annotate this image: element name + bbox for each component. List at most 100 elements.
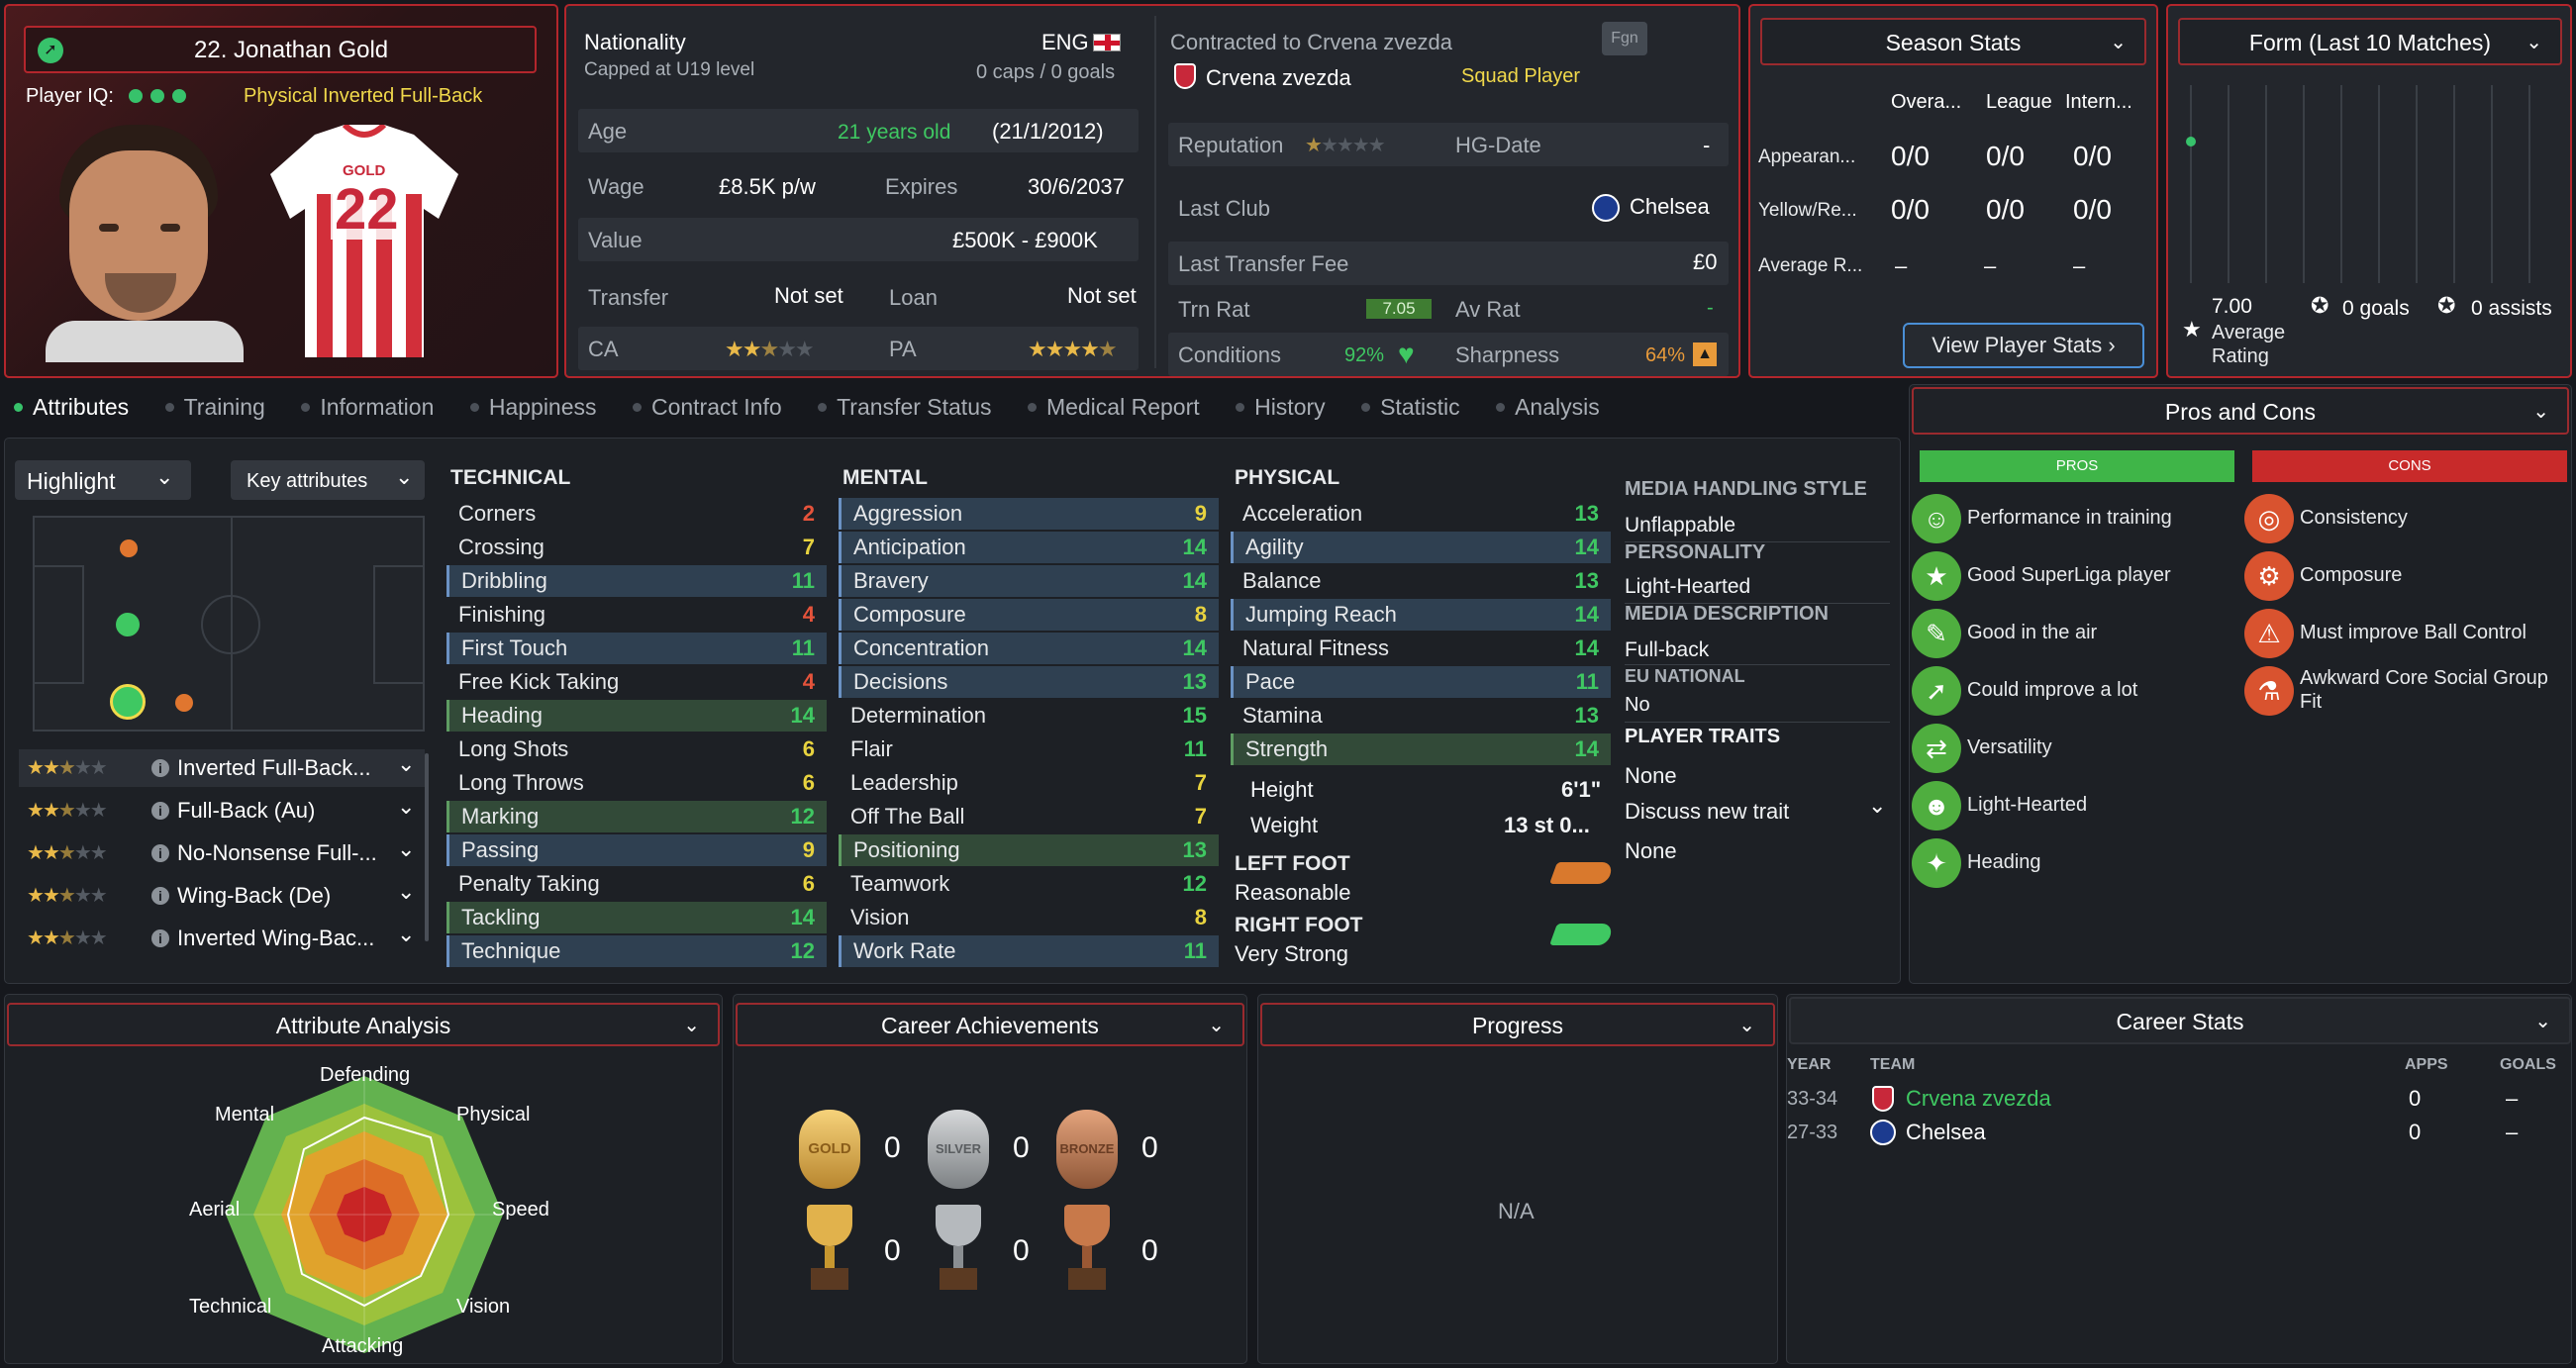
chevron-down-icon[interactable]: ⌄ <box>397 836 415 862</box>
pitch-map[interactable] <box>33 516 425 732</box>
pro-item[interactable]: ⇄ Versatility <box>1912 722 2238 775</box>
attribute-row[interactable]: Long Throws 6 <box>446 767 827 799</box>
name-box[interactable]: ➚ 22. Jonathan Gold <box>24 26 537 73</box>
attribute-row[interactable]: Positioning 13 <box>839 834 1219 866</box>
club-name[interactable]: Crvena zvezda <box>1206 65 1351 91</box>
attribute-row[interactable]: Corners 2 <box>446 498 827 530</box>
attribute-row[interactable]: Jumping Reach 14 <box>1231 599 1611 631</box>
position-dot-selected[interactable] <box>110 684 146 720</box>
attribute-row[interactable]: Strength 14 <box>1231 733 1611 765</box>
attribute-row[interactable]: Natural Fitness 14 <box>1231 633 1611 664</box>
attribute-row[interactable]: Heading 14 <box>446 700 827 732</box>
tab-analysis[interactable]: Analysis <box>1496 394 1600 421</box>
info-icon[interactable]: i <box>151 929 169 947</box>
tab-contract-info[interactable]: Contract Info <box>632 394 782 421</box>
attribute-row[interactable]: Leadership 7 <box>839 767 1219 799</box>
position-dot[interactable] <box>116 613 140 636</box>
pro-item[interactable]: ✦ Heading <box>1912 836 2238 890</box>
form-point[interactable] <box>2186 137 2196 147</box>
info-icon[interactable]: i <box>151 887 169 905</box>
attribute-row[interactable]: Teamwork 12 <box>839 868 1219 900</box>
progress-dropdown[interactable]: Progress ⌄ <box>1260 1003 1775 1046</box>
attribute-row[interactable]: Passing 9 <box>446 834 827 866</box>
chevron-down-icon[interactable]: ⌄ <box>397 751 415 777</box>
highlight-dropdown[interactable]: Highlight ⌄ <box>15 460 191 500</box>
attribute-row[interactable]: Tackling 14 <box>446 902 827 933</box>
form-dropdown[interactable]: Form (Last 10 Matches) ⌄ <box>2178 18 2562 65</box>
attribute-row[interactable]: Crossing 7 <box>446 532 827 563</box>
attribute-row[interactable]: Agility 14 <box>1231 532 1611 563</box>
pro-item[interactable]: ☺ Performance in training <box>1912 492 2238 545</box>
career-team[interactable]: Chelsea <box>1906 1120 1986 1145</box>
con-item[interactable]: ⚙ Composure <box>2244 549 2571 603</box>
attribute-row[interactable]: First Touch 11 <box>446 633 827 664</box>
info-icon[interactable]: i <box>151 844 169 862</box>
con-item[interactable]: ⚠ Must improve Ball Control <box>2244 607 2571 660</box>
pro-item[interactable]: ✎ Good in the air <box>1912 607 2238 660</box>
position-dot[interactable] <box>175 694 193 712</box>
last-club-value[interactable]: Chelsea <box>1630 194 1710 220</box>
key-attributes-dropdown[interactable]: Key attributes ⌄ <box>231 460 425 500</box>
tab-training[interactable]: Training <box>164 394 265 421</box>
attribute-row[interactable]: Penalty Taking 6 <box>446 868 827 900</box>
position-dot[interactable] <box>120 539 138 557</box>
attribute-row[interactable]: Anticipation 14 <box>839 532 1219 563</box>
attribute-row[interactable]: Balance 13 <box>1231 565 1611 597</box>
view-player-stats-button[interactable]: View Player Stats › <box>1903 323 2144 368</box>
info-icon[interactable]: i <box>151 759 169 777</box>
attribute-row[interactable]: Aggression 9 <box>839 498 1219 530</box>
attribute-row[interactable]: Work Rate 11 <box>839 935 1219 967</box>
pros-cons-dropdown[interactable]: Pros and Cons ⌄ <box>1912 387 2569 435</box>
tab-statistic[interactable]: Statistic <box>1361 394 1460 421</box>
role-row[interactable]: ★★★★★ i Inverted Full-Back... ⌄ <box>19 749 425 787</box>
attribute-row[interactable]: Dribbling 11 <box>446 565 827 597</box>
con-item[interactable]: ◎ Consistency <box>2244 492 2571 545</box>
season-stats-dropdown[interactable]: Season Stats ⌄ <box>1760 18 2146 65</box>
pro-item[interactable]: ☻ Light-Hearted <box>1912 779 2238 832</box>
chevron-down-icon[interactable]: ⌄ <box>397 879 415 905</box>
con-item[interactable]: ⚗ Awkward Core Social Group Fit <box>2244 664 2571 718</box>
role-row[interactable]: ★★★★★ i No-Nonsense Full-... ⌄ <box>19 834 425 872</box>
attribute-row[interactable]: Marking 12 <box>446 801 827 832</box>
attribute-row[interactable]: Stamina 13 <box>1231 700 1611 732</box>
attribute-row[interactable]: Off The Ball 7 <box>839 801 1219 832</box>
table-row[interactable]: 27-33 Chelsea 0 – <box>1787 1116 2573 1149</box>
tab-attributes[interactable]: Attributes <box>14 394 129 421</box>
attribute-row[interactable]: Flair 11 <box>839 733 1219 765</box>
attribute-row[interactable]: Composure 8 <box>839 599 1219 631</box>
career-stats-dropdown[interactable]: Career Stats ⌄ <box>1789 997 2571 1044</box>
pro-item[interactable]: ➚ Could improve a lot <box>1912 664 2238 718</box>
chevron-down-icon[interactable]: ⌄ <box>397 922 415 947</box>
attribute-row[interactable]: Technique 12 <box>446 935 827 967</box>
attribute-row[interactable]: Finishing 4 <box>446 599 827 631</box>
attribute-row[interactable]: Vision 8 <box>839 902 1219 933</box>
career-achievements-dropdown[interactable]: Career Achievements ⌄ <box>736 1003 1244 1046</box>
chevron-down-icon[interactable]: ⌄ <box>397 794 415 820</box>
roles-scrollbar[interactable] <box>425 753 429 941</box>
tab-medical-report[interactable]: Medical Report <box>1027 394 1200 421</box>
attribute-row[interactable]: Bravery 14 <box>839 565 1219 597</box>
attribute-analysis-dropdown[interactable]: Attribute Analysis ⌄ <box>7 1003 720 1046</box>
hg-label: HG-Date <box>1455 133 1541 157</box>
role-row[interactable]: ★★★★★ i Wing-Back (De) ⌄ <box>19 877 425 915</box>
attribute-row[interactable]: Acceleration 13 <box>1231 498 1611 530</box>
fgn-button[interactable]: Fgn <box>1602 22 1647 55</box>
attribute-row[interactable]: Long Shots 6 <box>446 733 827 765</box>
tab-history[interactable]: History <box>1236 394 1326 421</box>
career-team[interactable]: Crvena zvezda <box>1906 1086 2051 1112</box>
expires-label: Expires <box>885 174 958 199</box>
attribute-row[interactable]: Pace 11 <box>1231 666 1611 698</box>
pro-item[interactable]: ★ Good SuperLiga player <box>1912 549 2238 603</box>
role-row[interactable]: ★★★★★ i Inverted Wing-Bac... ⌄ <box>19 920 425 957</box>
tab-transfer-status[interactable]: Transfer Status <box>818 394 991 421</box>
attribute-row[interactable]: Free Kick Taking 4 <box>446 666 827 698</box>
info-icon[interactable]: i <box>151 802 169 820</box>
discuss-trait-dropdown[interactable]: Discuss new trait ⌄ <box>1621 793 1896 829</box>
attribute-row[interactable]: Decisions 13 <box>839 666 1219 698</box>
table-row[interactable]: 33-34 Crvena zvezda 0 – <box>1787 1082 2573 1116</box>
tab-happiness[interactable]: Happiness <box>469 394 597 421</box>
attribute-row[interactable]: Determination 15 <box>839 700 1219 732</box>
tab-information[interactable]: Information <box>301 394 434 421</box>
attribute-row[interactable]: Concentration 14 <box>839 633 1219 664</box>
role-row[interactable]: ★★★★★ i Full-Back (Au) ⌄ <box>19 792 425 830</box>
